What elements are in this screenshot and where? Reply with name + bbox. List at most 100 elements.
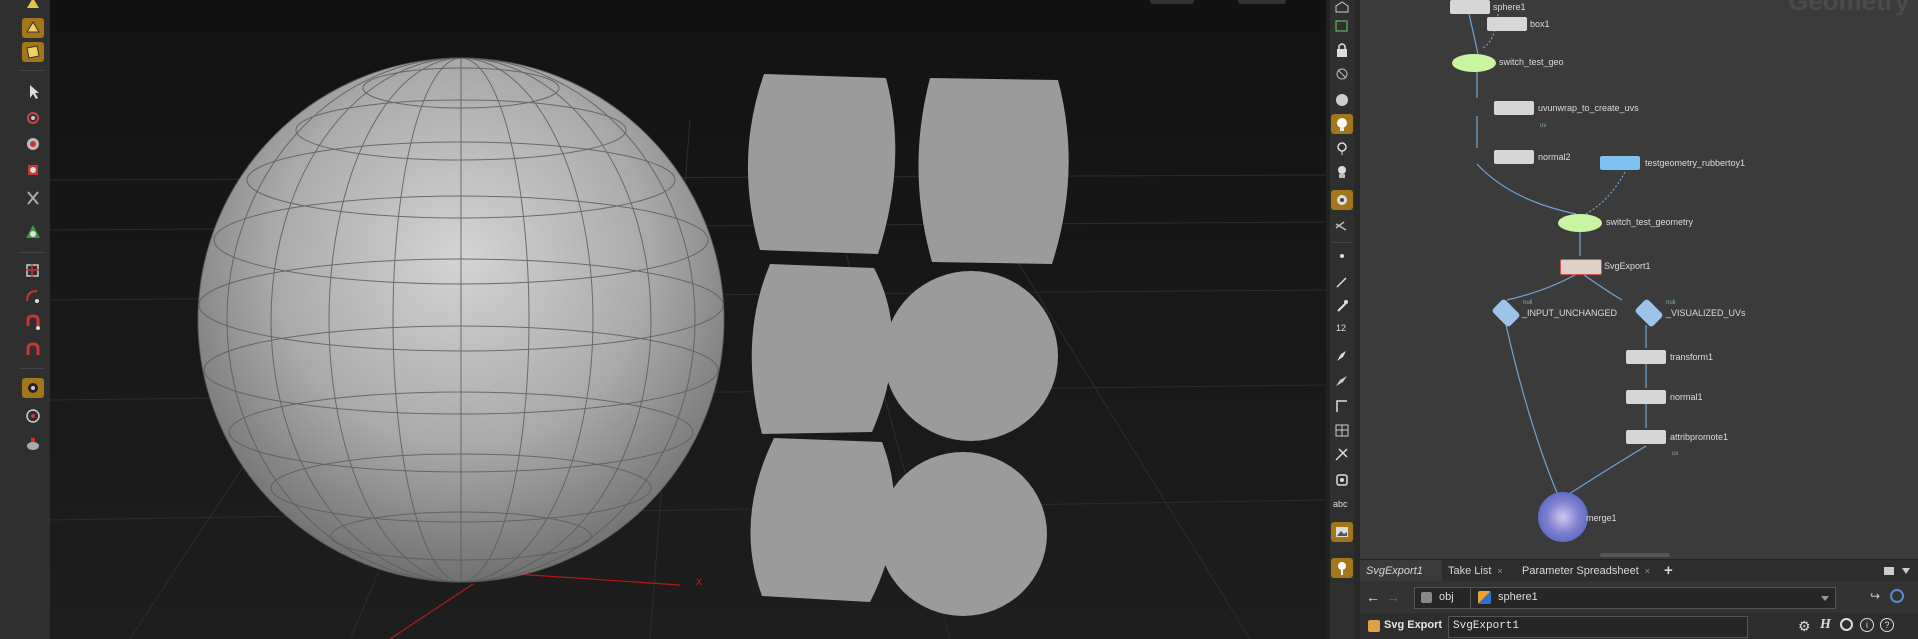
select-arrow-icon[interactable]: [22, 82, 44, 102]
tab-take-list-close[interactable]: ×: [1497, 566, 1502, 576]
tab-take-list[interactable]: Take List ×: [1442, 560, 1509, 582]
svg-export-node-icon: [1368, 620, 1380, 632]
back-arrow-icon[interactable]: ←: [1366, 589, 1382, 605]
pin-pane-icon[interactable]: ↪: [1870, 589, 1884, 603]
frame-icon[interactable]: [1331, 16, 1353, 36]
node-sphere1-label: sphere1: [1493, 2, 1526, 12]
point-display-icon[interactable]: [1331, 138, 1353, 158]
no-snap-icon[interactable]: [1331, 64, 1353, 84]
viewport-camera-button[interactable]: [1238, 0, 1286, 4]
node-uvunwrap-flag: uv: [1540, 123, 1547, 129]
shading-icon[interactable]: [1331, 90, 1353, 110]
snap-grid-icon[interactable]: [22, 260, 44, 280]
node-box1-label: box1: [1530, 19, 1550, 29]
tab-parameter-spreadsheet-close[interactable]: ×: [1645, 566, 1650, 576]
node-sphere1[interactable]: [1450, 0, 1490, 14]
node-attribpromote-flag: uv: [1672, 451, 1679, 457]
houdini-help-icon[interactable]: H: [1820, 617, 1831, 633]
node-attribpromote[interactable]: [1626, 430, 1666, 444]
grid-snap-icon[interactable]: [1331, 420, 1353, 440]
node-input-unchanged-label: _INPUT_UNCHANGED: [1522, 308, 1618, 318]
snap-point-icon[interactable]: [22, 312, 44, 332]
node-svgexport[interactable]: [1560, 259, 1602, 275]
node-normal2-label: normal2: [1538, 152, 1571, 162]
record-icon[interactable]: [1331, 470, 1353, 490]
add-tab-button[interactable]: +: [1658, 560, 1679, 582]
pick-icon[interactable]: [1331, 296, 1353, 316]
snap-prim-icon[interactable]: [22, 286, 44, 306]
rotate-icon[interactable]: [22, 160, 44, 180]
abc-icon[interactable]: abc: [1331, 496, 1353, 516]
node-visualized-uvs-label: _VISUALIZED_UVs: [1666, 308, 1746, 318]
geo-node-icon: [1478, 591, 1491, 604]
node-switch-test-geometry-label: switch_test_geometry: [1606, 217, 1694, 227]
path-context-label[interactable]: obj: [1439, 591, 1454, 603]
abc-label: abc: [1333, 499, 1348, 509]
node-normal2[interactable]: [1494, 150, 1534, 164]
light-icon[interactable]: [1331, 114, 1353, 134]
view-icon[interactable]: [22, 406, 44, 426]
node-transform1-label: transform1: [1670, 352, 1714, 362]
scale-icon[interactable]: [22, 188, 44, 208]
uv-island-4: [884, 271, 1058, 441]
3d-viewport[interactable]: X: [50, 0, 1326, 639]
gear-icon[interactable]: ⚙: [1798, 618, 1811, 635]
brush-icon[interactable]: [1331, 346, 1353, 366]
node-uvunwrap[interactable]: [1494, 101, 1534, 115]
texture-icon[interactable]: [1331, 190, 1353, 210]
path-node-label[interactable]: sphere1: [1498, 591, 1538, 603]
network-scrollbar[interactable]: [1600, 553, 1670, 557]
link-pane-icon[interactable]: [1890, 589, 1904, 603]
number-display-icon[interactable]: 12: [1331, 320, 1353, 340]
help-icon[interactable]: ?: [1880, 618, 1894, 632]
viewport-display-button[interactable]: [1150, 0, 1194, 4]
tool-icon[interactable]: [1331, 444, 1353, 464]
handle-icon[interactable]: [22, 108, 44, 128]
node-normal1[interactable]: [1626, 390, 1666, 404]
node-normal1-label: normal1: [1670, 392, 1703, 402]
node-switch-test-geo[interactable]: [1452, 54, 1496, 72]
normal-icon[interactable]: [1331, 272, 1353, 292]
node-switch-test-geometry[interactable]: [1558, 214, 1602, 232]
node-box1[interactable]: [1487, 17, 1527, 31]
tab-parameter-spreadsheet-label: Parameter Spreadsheet: [1522, 565, 1639, 577]
paint-icon[interactable]: [1331, 370, 1353, 390]
node-transform1[interactable]: [1626, 350, 1666, 364]
pose-icon[interactable]: [22, 378, 44, 398]
network-editor[interactable]: Geometry sphere1 box1 switch_test_geo uv…: [1360, 0, 1918, 559]
node-name-field[interactable]: SvgExport1: [1448, 616, 1748, 638]
tab-svgexport-label: SvgExport1: [1366, 565, 1423, 577]
info-icon[interactable]: i: [1860, 618, 1874, 632]
tab-parameter-spreadsheet[interactable]: Parameter Spreadsheet ×: [1516, 560, 1656, 582]
node-rubbertoy[interactable]: [1600, 156, 1640, 170]
tea-kettle-icon[interactable]: [22, 434, 44, 454]
x-axis-label: X: [696, 577, 702, 587]
path-field[interactable]: obj sphere1: [1414, 587, 1836, 609]
obj-context-icon: [1421, 592, 1432, 603]
pane-layout-icon[interactable]: [1884, 567, 1894, 575]
primitive-mode-icon[interactable]: [22, 42, 44, 62]
headlight-icon[interactable]: [1331, 162, 1353, 182]
tab-svgexport[interactable]: SvgExport1: [1360, 560, 1442, 582]
node-type-label: Svg Export: [1384, 619, 1443, 631]
point-mode-icon[interactable]: [22, 18, 44, 38]
transform-handle-icon[interactable]: [22, 222, 44, 242]
forward-arrow-icon[interactable]: →: [1386, 589, 1402, 605]
select-mode-icon[interactable]: [22, 0, 44, 14]
uv-island-3: [751, 264, 893, 434]
move-icon[interactable]: [22, 134, 44, 154]
magnet-icon[interactable]: [22, 340, 44, 360]
node-switch-test-geo-label: switch_test_geo: [1499, 57, 1564, 67]
path-dropdown-icon[interactable]: [1821, 596, 1829, 601]
node-merge1[interactable]: [1538, 492, 1588, 542]
corner-icon[interactable]: [1331, 396, 1353, 416]
search-icon[interactable]: [1840, 618, 1853, 631]
lock-icon[interactable]: [1331, 40, 1353, 60]
dot-icon[interactable]: [1331, 246, 1353, 266]
pin-icon[interactable]: [1331, 558, 1353, 578]
uv-island-2: [918, 78, 1069, 264]
node-visualized-uvs-flag: null: [1666, 300, 1676, 306]
background-image-icon[interactable]: [1331, 522, 1353, 542]
pane-menu-icon[interactable]: [1902, 568, 1910, 574]
camera-settings-icon[interactable]: [1331, 216, 1353, 236]
